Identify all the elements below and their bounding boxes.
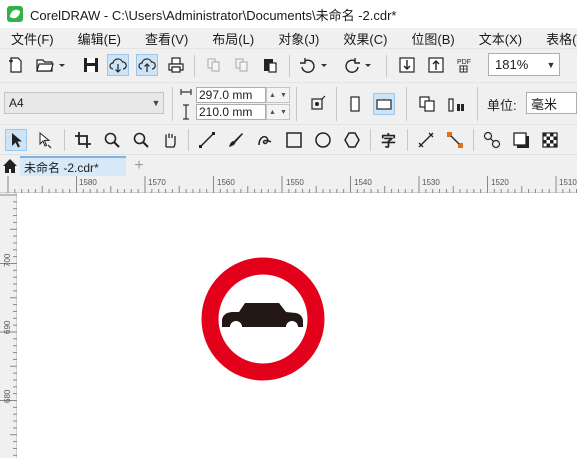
landscape-orientation-icon[interactable] (373, 93, 395, 115)
page-size-value: A4 (9, 96, 24, 110)
redo-icon[interactable] (341, 54, 363, 76)
menu-table[interactable]: 表格(T) (541, 29, 577, 48)
ruler-label: 1510 (559, 178, 577, 187)
page-height-spinner[interactable]: ▲ ▼ (266, 104, 290, 120)
polygon-tool-icon[interactable] (341, 129, 363, 151)
menu-view[interactable]: 查看(V) (140, 29, 193, 48)
publish-pdf-icon[interactable]: PDF (454, 54, 476, 76)
copy-icon[interactable] (231, 54, 253, 76)
ruler-label: 690 (3, 320, 12, 334)
export-icon[interactable] (425, 54, 447, 76)
svg-text:PDF: PDF (457, 59, 471, 66)
cloud-upload-icon[interactable] (136, 54, 158, 76)
svg-text:字: 字 (381, 132, 396, 149)
cloud-download-icon[interactable] (107, 54, 129, 76)
connector-tool-icon[interactable] (444, 129, 466, 151)
shape-tool-icon[interactable] (34, 129, 56, 151)
coreldraw-logo-icon (7, 6, 23, 22)
home-icon[interactable] (2, 158, 18, 174)
artistic-media-icon[interactable] (225, 129, 247, 151)
text-tool-icon[interactable]: 字 (378, 129, 400, 151)
new-document-icon[interactable] (5, 54, 27, 76)
ruler-label: 700 (3, 253, 12, 267)
pick-tool-icon[interactable] (5, 129, 27, 151)
units-select[interactable]: 毫米 (526, 92, 577, 114)
window-title: CorelDRAW - C:\Users\Administrator\Docum… (30, 7, 397, 23)
standard-toolbar: PDF 181% ▼ (0, 48, 577, 82)
chevron-down-icon[interactable]: ▼ (543, 60, 559, 70)
all-pages-icon[interactable] (416, 93, 438, 115)
ruler-label: 1570 (148, 178, 166, 187)
page-size-select[interactable]: A4 ▼ (4, 92, 164, 114)
zoom-out-icon[interactable] (130, 129, 152, 151)
no-motor-vehicles-sign[interactable] (201, 257, 325, 381)
redo-dropdown-chevron-icon[interactable] (363, 54, 373, 76)
menu-bitmaps[interactable]: 位图(B) (406, 29, 459, 48)
width-icon (180, 87, 192, 103)
rectangle-tool-icon[interactable] (283, 129, 305, 151)
cut-icon[interactable] (203, 54, 225, 76)
units-label: 单位: (487, 98, 517, 113)
zoom-level-value: 181% (495, 57, 529, 72)
undo-dropdown-chevron-icon[interactable] (319, 54, 329, 76)
ruler-label: 680 (3, 389, 12, 403)
page-width-value: 297.0 mm (199, 88, 253, 102)
transparency-tool-icon[interactable] (539, 129, 561, 151)
open-dropdown-chevron-icon[interactable] (57, 54, 67, 76)
ruler-label: 1540 (354, 178, 372, 187)
paste-icon[interactable] (259, 54, 281, 76)
ruler-label: 1580 (79, 178, 97, 187)
ruler-label: 1550 (286, 178, 304, 187)
print-icon[interactable] (165, 54, 187, 76)
add-document-button[interactable]: + (130, 157, 148, 175)
document-tab-label: 未命名 -2.cdr* (24, 161, 99, 175)
property-bar: A4 ▼ 297.0 mm ▲ ▼ 210.0 mm ▲ ▼ 单位: 毫米 (0, 82, 577, 124)
portrait-orientation-icon[interactable] (344, 93, 366, 115)
ruler-label: 1560 (217, 178, 235, 187)
open-folder-icon[interactable] (34, 54, 56, 76)
page-width-input[interactable]: 297.0 mm (196, 87, 266, 103)
document-tab[interactable]: 未命名 -2.cdr* (20, 156, 126, 177)
zoom-level-select[interactable]: 181% ▼ (488, 53, 560, 76)
menu-text[interactable]: 文本(X) (474, 29, 527, 48)
toolbox: 字 (0, 124, 577, 154)
blend-tool-icon[interactable] (481, 129, 503, 151)
ruler-label: 1530 (422, 178, 440, 187)
page-width-spinner[interactable]: ▲ ▼ (266, 87, 290, 103)
document-tab-bar: 未命名 -2.cdr* + (0, 154, 577, 177)
current-page-icon[interactable] (445, 93, 467, 115)
menu-edit[interactable]: 编辑(E) (73, 29, 126, 48)
save-icon[interactable] (80, 54, 102, 76)
crop-tool-icon[interactable] (72, 129, 94, 151)
set-origin-icon[interactable] (306, 93, 328, 115)
drawing-canvas[interactable] (18, 194, 577, 458)
zoom-tool-icon[interactable] (101, 129, 123, 151)
menu-bar: 文件(F) 编辑(E) 查看(V) 布局(L) 对象(J) 效果(C) 位图(B… (0, 28, 577, 48)
menu-effects[interactable]: 效果(C) (338, 29, 392, 48)
ellipse-tool-icon[interactable] (312, 129, 334, 151)
chevron-down-icon[interactable]: ▼ (149, 98, 163, 108)
title-bar: CorelDRAW - C:\Users\Administrator\Docum… (0, 0, 577, 28)
horizontal-ruler[interactable]: 1580 1570 1560 1550 1540 1530 1520 1510 (0, 176, 577, 193)
height-icon (180, 104, 192, 120)
menu-file[interactable]: 文件(F) (6, 29, 59, 48)
pan-hand-icon[interactable] (159, 129, 181, 151)
ruler-label: 1520 (491, 178, 509, 187)
menu-object[interactable]: 对象(J) (273, 29, 324, 48)
units-value: 毫米 (531, 96, 558, 112)
freehand-tool-icon[interactable] (196, 129, 218, 151)
parallel-dimension-icon[interactable] (415, 129, 437, 151)
menu-layout[interactable]: 布局(L) (207, 29, 259, 48)
undo-icon[interactable] (297, 54, 319, 76)
vertical-ruler[interactable]: 700 690 680 (0, 193, 17, 458)
bezier-spiral-icon[interactable] (254, 129, 276, 151)
import-icon[interactable] (396, 54, 418, 76)
page-height-value: 210.0 mm (199, 105, 253, 119)
page-height-input[interactable]: 210.0 mm (196, 104, 266, 120)
drop-shadow-icon[interactable] (510, 129, 532, 151)
